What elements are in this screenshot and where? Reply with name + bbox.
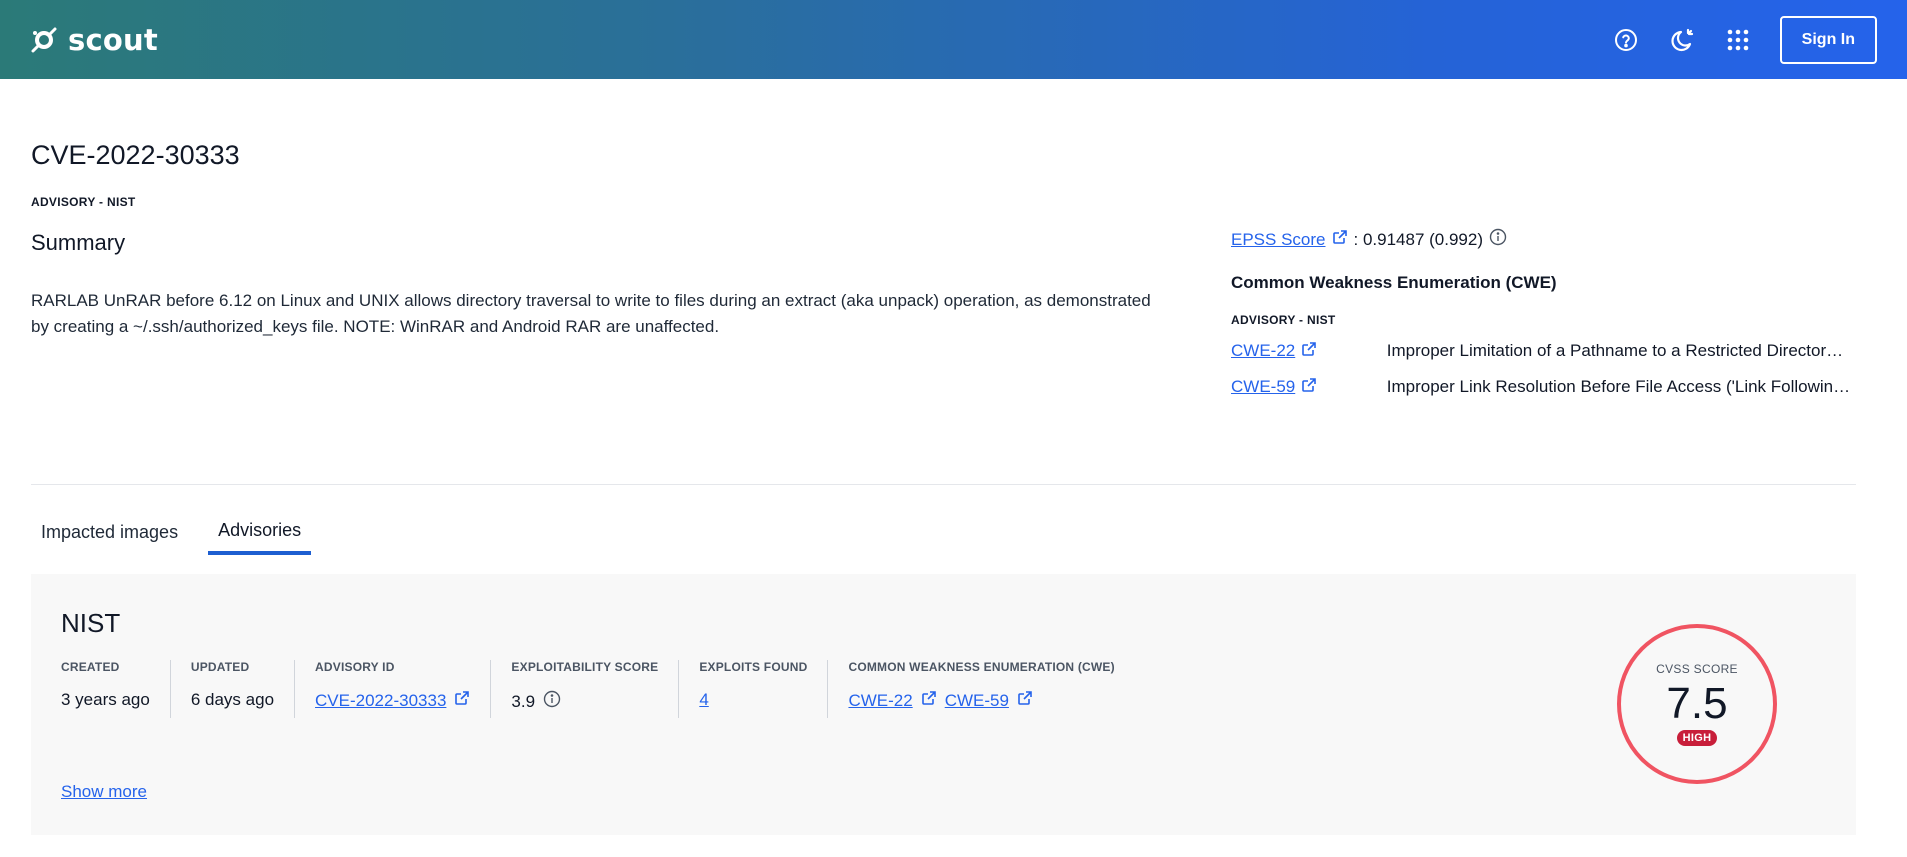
- cwe-description: Improper Link Resolution Before File Acc…: [1386, 377, 1851, 396]
- exploitability-field: EXPLOITABILITY SCORE 3.9: [511, 660, 680, 718]
- exploitability-label: EXPLOITABILITY SCORE: [511, 660, 659, 674]
- summary-heading: Summary: [31, 230, 126, 255]
- help-icon[interactable]: [1598, 16, 1654, 64]
- advisory-title: NIST: [61, 608, 121, 638]
- external-link-icon[interactable]: [1301, 377, 1317, 398]
- cwe-label: COMMON WEAKNESS ENUMERATION (CWE): [848, 660, 1115, 674]
- cwe-link[interactable]: CWE-22: [1231, 341, 1295, 361]
- scout-logo-icon: [30, 26, 58, 54]
- external-link-icon[interactable]: [1301, 341, 1317, 362]
- page-title: CVE-2022-30333: [31, 140, 240, 170]
- external-link-icon[interactable]: [454, 690, 470, 711]
- cwe-link[interactable]: CWE-59: [945, 691, 1009, 711]
- created-label: CREATED: [61, 660, 120, 674]
- severity-badge: HIGH: [1676, 730, 1718, 746]
- cwe-advisory-source: ADVISORY - NIST: [1231, 313, 1336, 327]
- exploits-count-link[interactable]: 4: [699, 690, 708, 710]
- summary-text: RARLAB UnRAR before 6.12 on Linux and UN…: [31, 291, 1151, 336]
- advisory-id-link[interactable]: CVE-2022-30333: [315, 691, 446, 711]
- exploits-found-field: EXPLOITS FOUND 4: [699, 660, 829, 718]
- info-icon[interactable]: [1489, 228, 1507, 251]
- advisory-panel: NIST CREATED 3 years ago UPDATED 6 days …: [31, 574, 1856, 835]
- sign-in-button[interactable]: Sign In: [1779, 15, 1877, 64]
- advisory-meta: CREATED 3 years ago UPDATED 6 days ago A…: [61, 660, 1155, 718]
- exploits-label: EXPLOITS FOUND: [699, 660, 808, 674]
- section-divider: [31, 484, 1856, 485]
- brand-logo[interactable]: scout: [30, 23, 158, 57]
- cwe-link[interactable]: CWE-59: [1231, 377, 1295, 397]
- cvss-score: 7.5: [1666, 679, 1728, 728]
- advisory-source: ADVISORY - NIST: [31, 195, 136, 209]
- apps-grid-icon[interactable]: [1710, 16, 1766, 64]
- external-link-icon[interactable]: [1017, 690, 1033, 711]
- cwe-row: CWE-22 Improper Limitation of a Pathname…: [1231, 339, 1851, 363]
- top-bar: scout Sign In: [0, 0, 1907, 79]
- advisory-id-label: ADVISORY ID: [315, 660, 395, 674]
- tab-bar: Impacted images Advisories: [31, 510, 312, 555]
- external-link-icon[interactable]: [1332, 229, 1348, 250]
- theme-toggle-icon[interactable]: [1654, 16, 1710, 64]
- info-icon[interactable]: [543, 690, 561, 713]
- cvss-label: CVSS SCORE: [1656, 662, 1738, 676]
- updated-label: UPDATED: [190, 660, 250, 674]
- cwe-description: Improper Limitation of a Pathname to a R…: [1386, 341, 1851, 360]
- epss-value: : 0.91487 (0.992): [1353, 229, 1483, 249]
- epss-score-link[interactable]: EPSS Score: [1231, 230, 1326, 250]
- tab-impacted-images[interactable]: Impacted images: [31, 510, 188, 555]
- cwe-row: CWE-59 Improper Link Resolution Before F…: [1231, 375, 1851, 399]
- cwe-link[interactable]: CWE-22: [848, 691, 912, 711]
- cwe-field: COMMON WEAKNESS ENUMERATION (CWE) CWE-22…: [848, 660, 1134, 718]
- external-link-icon[interactable]: [921, 690, 937, 711]
- created-value: 3 years ago: [61, 690, 150, 709]
- tab-advisories[interactable]: Advisories: [208, 510, 312, 555]
- updated-value: 6 days ago: [190, 690, 275, 709]
- cwe-heading: Common Weakness Enumeration (CWE): [1231, 273, 1557, 292]
- show-more-link[interactable]: Show more: [61, 782, 147, 802]
- cvss-score-badge: CVSS SCORE 7.5 HIGH: [1617, 624, 1777, 784]
- created-field: CREATED 3 years ago: [61, 660, 171, 718]
- epss-row: EPSS Score : 0.91487 (0.992): [1231, 228, 1851, 251]
- exploitability-value: 3.9: [511, 691, 536, 711]
- advisory-id-field: ADVISORY ID CVE-2022-30333: [315, 660, 492, 718]
- cve-side-info: EPSS Score : 0.91487 (0.992) Common Weak…: [1231, 228, 1851, 399]
- updated-field: UPDATED 6 days ago: [190, 660, 296, 718]
- brand-name: scout: [68, 22, 158, 57]
